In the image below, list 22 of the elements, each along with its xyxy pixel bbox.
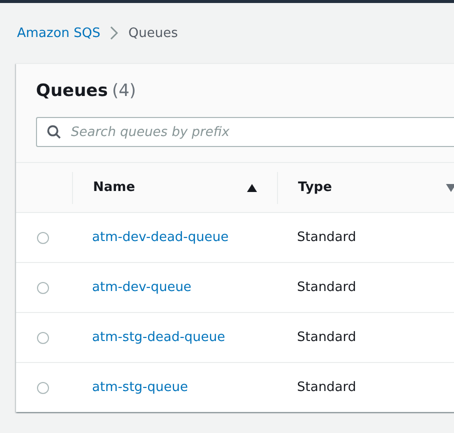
breadcrumb-link[interactable]: Amazon SQS bbox=[17, 26, 100, 40]
column-header[interactable]: Name bbox=[93, 180, 136, 195]
radio-button[interactable] bbox=[37, 382, 49, 394]
chevron-right-icon bbox=[110, 26, 118, 40]
queue-link[interactable]: atm-stg-queue bbox=[92, 380, 188, 395]
radio-button[interactable] bbox=[37, 232, 49, 244]
sort-down-icon[interactable] bbox=[446, 184, 454, 192]
queue-count: (4) bbox=[112, 81, 136, 101]
table-cell: Standard bbox=[297, 280, 356, 295]
column-header[interactable]: Type bbox=[298, 180, 332, 195]
radio-button[interactable] bbox=[37, 282, 49, 294]
queue-link[interactable]: atm-dev-queue bbox=[92, 280, 192, 295]
radio-button[interactable] bbox=[37, 332, 49, 344]
table-cell: Standard bbox=[297, 330, 356, 345]
breadcrumb-current: Queues bbox=[128, 26, 178, 40]
search-field[interactable]: Search queues by prefix bbox=[36, 117, 454, 147]
queue-link[interactable]: atm-stg-dead-queue bbox=[92, 330, 226, 345]
panel-title: Queues bbox=[36, 81, 108, 101]
table-cell: Standard bbox=[297, 380, 356, 395]
queue-link[interactable]: atm-dev-dead-queue bbox=[92, 230, 229, 245]
table-cell: Standard bbox=[297, 230, 356, 245]
sort-up-icon[interactable] bbox=[247, 184, 257, 192]
